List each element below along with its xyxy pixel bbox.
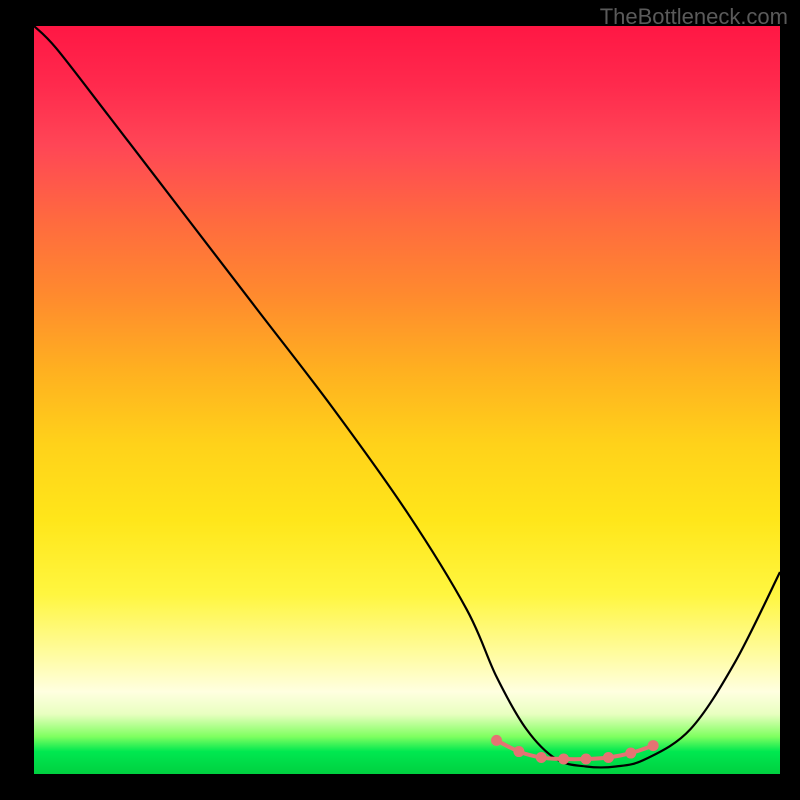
marker-dot xyxy=(558,754,569,765)
optimal-range-markers xyxy=(491,735,659,765)
marker-dot xyxy=(491,735,502,746)
plot-area xyxy=(34,26,780,774)
chart-svg xyxy=(34,26,780,774)
bottleneck-curve xyxy=(34,26,780,767)
marker-dot xyxy=(625,748,636,759)
marker-dot xyxy=(648,740,659,751)
attribution-text: TheBottleneck.com xyxy=(600,4,788,30)
marker-dot xyxy=(536,752,547,763)
marker-dot xyxy=(581,754,592,765)
marker-dot xyxy=(603,752,614,763)
marker-dot xyxy=(513,746,524,757)
